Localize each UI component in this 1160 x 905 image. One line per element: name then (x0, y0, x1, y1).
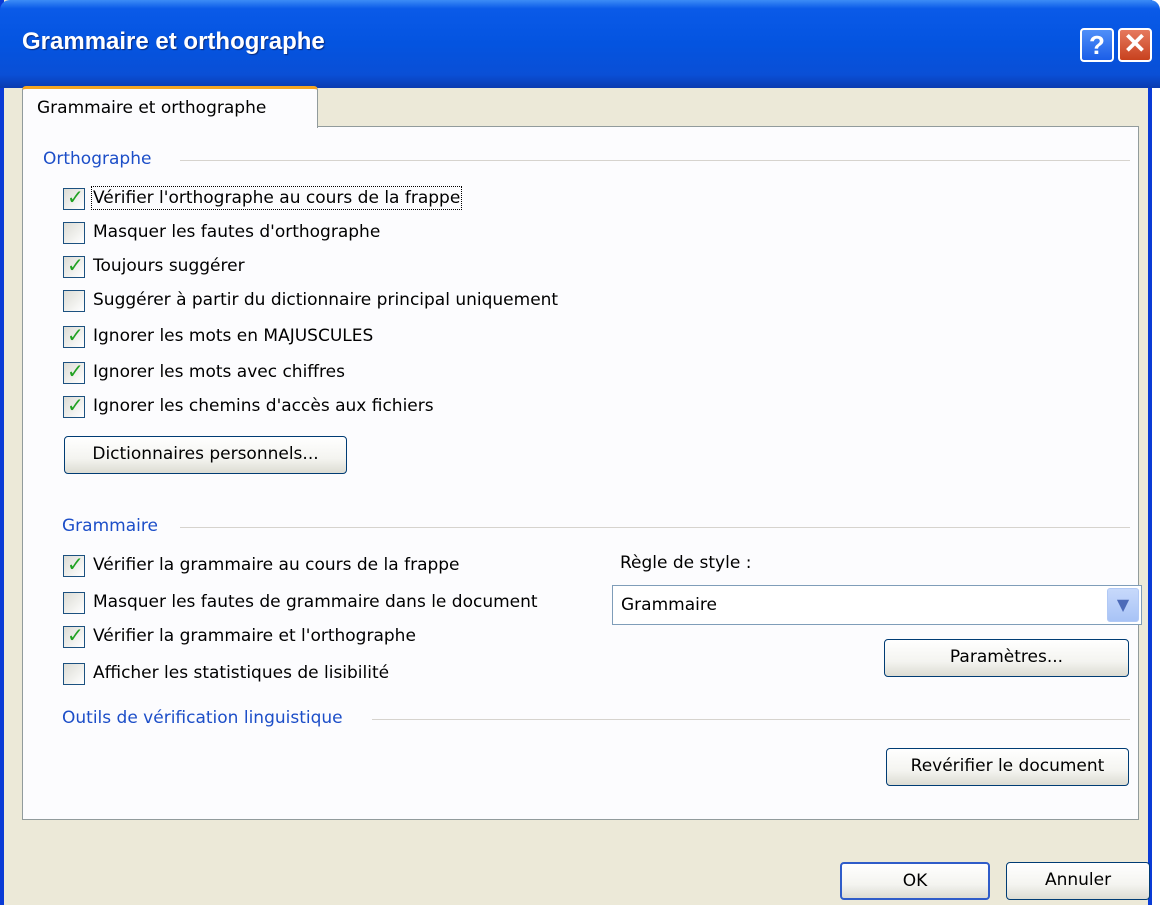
writing-style-label: Règle de style : (620, 553, 752, 573)
checkbox[interactable]: ✓ (63, 222, 85, 244)
recheck-document-button[interactable]: Revérifier le document (886, 748, 1129, 786)
cancel-button[interactable]: Annuler (1006, 862, 1150, 900)
spelling-group-heading: Orthographe (43, 149, 152, 169)
title-bar[interactable]: Grammaire et orthographe ? ✕ (0, 0, 1160, 88)
checkbox[interactable]: ✓ (63, 592, 85, 614)
check-icon: ✓ (67, 393, 84, 417)
checkbox[interactable]: ✓ (63, 359, 85, 384)
proofing-divider (372, 719, 1130, 720)
checkbox-label: Toujours suggérer (93, 256, 245, 276)
chevron-down-icon[interactable]: ▼ (1107, 588, 1139, 622)
checkbox-label: Masquer les fautes de grammaire dans le … (93, 592, 538, 612)
checkbox[interactable]: ✓ (63, 185, 85, 210)
checkbox[interactable]: ✓ (63, 393, 85, 418)
checkbox[interactable]: ✓ (63, 253, 85, 278)
grammar-divider (180, 527, 1130, 528)
help-button[interactable]: ? (1080, 28, 1114, 62)
checkbox-label: Afficher les statistiques de lisibilité (93, 663, 390, 683)
checkbox-label: Masquer les fautes d'orthographe (93, 222, 381, 242)
spelling-divider (180, 160, 1130, 161)
close-icon: ✕ (1123, 28, 1147, 59)
custom-dictionaries-button[interactable]: Dictionnaires personnels... (64, 436, 347, 474)
check-icon: ✓ (67, 359, 84, 383)
settings-button[interactable]: Paramètres... (884, 639, 1129, 677)
ok-button[interactable]: OK (840, 862, 990, 900)
check-icon: ✓ (67, 185, 84, 209)
checkbox-label: Ignorer les chemins d'accès aux fichiers (93, 396, 434, 416)
close-button[interactable]: ✕ (1118, 28, 1152, 62)
writing-style-select[interactable]: Grammaire ▼ (612, 585, 1142, 625)
checkbox-label: Vérifier l'orthographe au cours de la fr… (90, 186, 463, 210)
proofing-group-heading: Outils de vérification linguistique (62, 708, 343, 728)
checkbox[interactable]: ✓ (63, 623, 85, 648)
checkbox-label: Vérifier la grammaire et l'orthographe (93, 626, 416, 646)
grammar-group-heading: Grammaire (62, 516, 158, 536)
window-title: Grammaire et orthographe (22, 28, 325, 55)
checkbox-label: Vérifier la grammaire au cours de la fra… (93, 555, 460, 575)
check-icon: ✓ (67, 623, 84, 647)
writing-style-value: Grammaire (621, 595, 717, 615)
check-icon: ✓ (67, 323, 84, 347)
checkbox-label: Ignorer les mots en MAJUSCULES (93, 326, 374, 346)
check-icon: ✓ (67, 552, 84, 576)
check-icon: ✓ (67, 253, 84, 277)
checkbox[interactable]: ✓ (63, 323, 85, 348)
checkbox-label: Ignorer les mots avec chiffres (93, 362, 345, 382)
tab-label: Grammaire et orthographe (37, 98, 267, 118)
checkbox[interactable]: ✓ (63, 552, 85, 577)
tab-grammar-spelling[interactable]: Grammaire et orthographe (22, 86, 318, 128)
help-icon: ? (1089, 30, 1105, 60)
checkbox[interactable]: ✓ (63, 663, 85, 685)
checkbox-label: Suggérer à partir du dictionnaire princi… (93, 290, 559, 310)
checkbox[interactable]: ✓ (63, 290, 85, 312)
